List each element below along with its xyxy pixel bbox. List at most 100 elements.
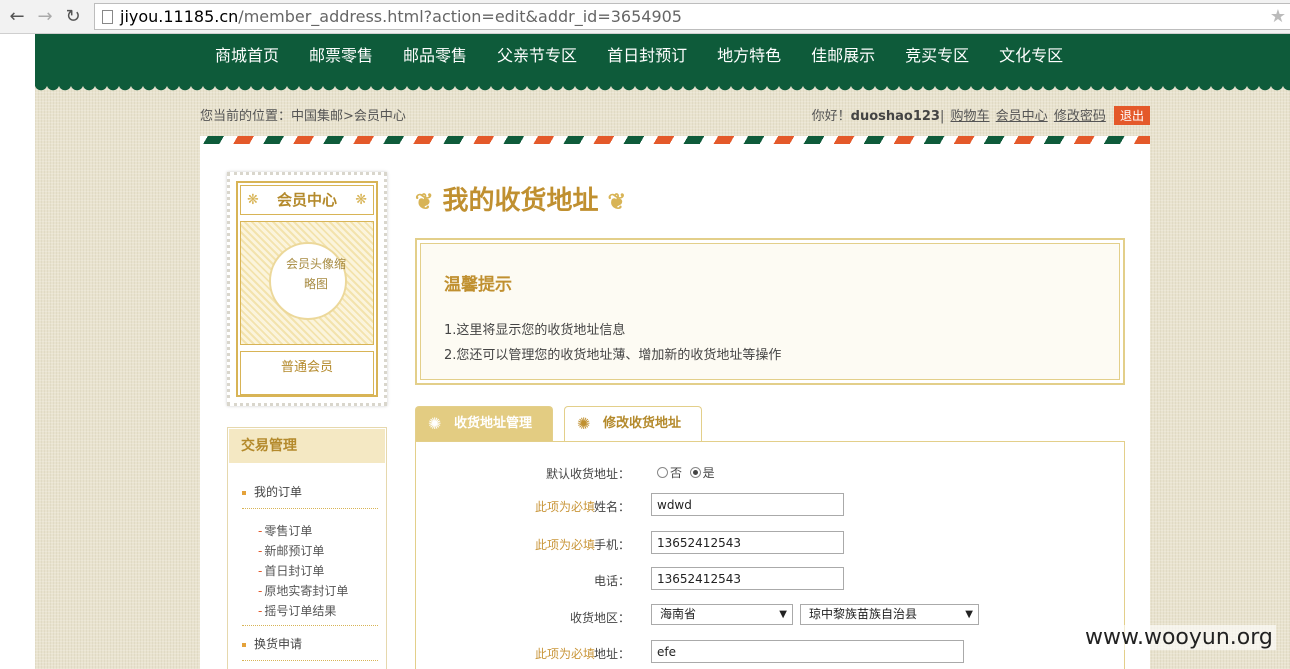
sidebar-subitem-local-mail[interactable]: - 原地实寄封订单 xyxy=(258,582,348,599)
nav-item-auction[interactable]: 竞买专区 xyxy=(890,34,984,78)
airmail-stripe xyxy=(200,136,1150,144)
tip-title: 温馨提示 xyxy=(444,275,512,295)
sidebar-menu: 交易管理 我的订单 - 零售订单 - 新邮预订单 - 首日封订单 - 原地实寄封订单 -… xyxy=(227,427,387,669)
tip-box: 温馨提示 1.这里将显示您的收货地址信息 2.您还可以管理您的收货地址薄、增加新… xyxy=(415,238,1125,385)
url-path: /member_address.html?action=edit&addr_id… xyxy=(238,7,682,26)
nav-item-stamps[interactable]: 邮票零售 xyxy=(294,34,388,78)
page-icon xyxy=(102,10,113,24)
nav-item-home[interactable]: 商城首页 xyxy=(200,34,294,78)
nav-item-products[interactable]: 邮品零售 xyxy=(388,34,482,78)
divider xyxy=(242,508,378,509)
nav-item-showcase[interactable]: 佳邮展示 xyxy=(796,34,890,78)
main-nav: 商城首页 邮票零售 邮品零售 父亲节专区 首日封预订 地方特色 佳邮展示 竞买专… xyxy=(200,34,1078,78)
page-title-text: 我的收货地址 xyxy=(442,186,599,216)
avatar-alt-text: 会员头像缩略图 xyxy=(285,257,346,291)
tab-address-edit[interactable]: ✺ 修改收货地址 xyxy=(564,406,702,443)
nav-item-fathers-day[interactable]: 父亲节专区 xyxy=(482,34,592,78)
form-row-default: 默认收货地址： 否 是 xyxy=(416,460,1116,484)
radio-no[interactable] xyxy=(657,467,668,478)
member-center-link[interactable]: 会员中心 xyxy=(996,109,1048,124)
gear-icon: ✺ xyxy=(428,414,442,433)
nav-item-culture[interactable]: 文化专区 xyxy=(984,34,1078,78)
member-level: 普通会员 xyxy=(240,351,374,395)
page: 商城首页 邮票零售 邮品零售 父亲节专区 首日封预订 地方特色 佳邮展示 竞买专… xyxy=(0,34,1290,669)
name-label: 姓名： xyxy=(593,500,630,514)
sidebar-subitem-new-stamp[interactable]: - 新邮预订单 xyxy=(258,542,324,559)
province-value: 海南省 xyxy=(660,607,697,621)
sidebar-item-label: 换货申请 xyxy=(254,637,303,651)
tip-box-inner: 温馨提示 1.这里将显示您的收货地址信息 2.您还可以管理您的收货地址薄、增加新… xyxy=(420,243,1120,380)
back-arrow-icon[interactable]: ← xyxy=(6,6,28,28)
breadcrumb: 您当前的位置：中国集邮>会员中心 xyxy=(200,109,406,124)
bookmark-star-icon[interactable]: ★ xyxy=(1270,6,1286,27)
bullet-icon xyxy=(242,642,246,647)
tab-label: 收货地址管理 xyxy=(454,416,533,431)
required-hint: 此项为必填 xyxy=(535,647,596,661)
default-address-label: 默认收货地址： xyxy=(545,467,630,481)
required-hint: 此项为必填 xyxy=(535,500,596,514)
province-select[interactable]: 海南省 ▼ xyxy=(651,604,793,625)
form-row-address: 此项为必填 地址： xyxy=(416,640,1116,664)
sidebar-subitem-label: 首日封订单 xyxy=(264,564,325,578)
sidebar-item-label: 我的订单 xyxy=(254,485,303,499)
address-form: 默认收货地址： 否 是 此项为必填 姓名： 此项为必填 手机： 电话： xyxy=(415,441,1125,669)
sidebar-subitem-label: 原地实寄封订单 xyxy=(264,584,349,598)
county-value: 琼中黎族苗族自治县 xyxy=(809,607,918,621)
sidebar-subitem-retail[interactable]: - 零售订单 xyxy=(258,522,312,539)
address-bar[interactable]: jiyou.11185.cn/member_address.html?actio… xyxy=(94,3,1290,30)
cart-link[interactable]: 购物车 xyxy=(951,109,990,124)
greeting: 你好！ xyxy=(811,109,851,124)
radio-yes-label: 是 xyxy=(702,466,715,480)
change-password-link[interactable]: 修改密码 xyxy=(1054,109,1106,124)
flower-icon: ❋ xyxy=(355,192,367,208)
mobile-field[interactable] xyxy=(651,531,844,554)
browser-toolbar: ← → ↻ jiyou.11185.cn/member_address.html… xyxy=(0,0,1290,34)
member-card-title-text: 会员中心 xyxy=(276,191,337,209)
phone-label: 电话： xyxy=(593,574,630,588)
member-card: ❋ 会员中心 ❋ 会员头像缩略图 普通会员 xyxy=(227,172,387,406)
url-text: jiyou.11185.cn/member_address.html?actio… xyxy=(120,7,682,26)
tip-line-1: 1.这里将显示您的收货地址信息 xyxy=(444,323,626,338)
scallop-edge xyxy=(35,84,1290,94)
name-field[interactable] xyxy=(651,493,844,516)
county-select[interactable]: 琼中黎族苗族自治县 ▼ xyxy=(800,604,979,625)
member-card-frame: ❋ 会员中心 ❋ 会员头像缩略图 普通会员 xyxy=(236,181,378,397)
nav-item-local[interactable]: 地方特色 xyxy=(702,34,796,78)
address-field[interactable] xyxy=(651,640,964,663)
logout-button[interactable]: 退出 xyxy=(1113,106,1150,125)
user-bar: 你好！duoshao123| 购物车 会员中心 修改密码 退出 xyxy=(812,105,1150,125)
nav-item-first-day-cover[interactable]: 首日封预订 xyxy=(592,34,702,78)
form-row-region: 收货地区： 海南省 ▼ 琼中黎族苗族自治县 ▼ xyxy=(416,604,1116,628)
divider xyxy=(242,625,378,626)
member-card-title: ❋ 会员中心 ❋ xyxy=(240,185,374,215)
default-radio-group: 否 是 xyxy=(657,464,715,481)
sidebar-subitem-first-day[interactable]: - 首日封订单 xyxy=(258,562,324,579)
radio-yes[interactable] xyxy=(689,467,701,478)
phone-field[interactable] xyxy=(651,567,844,590)
forward-arrow-icon[interactable]: → xyxy=(34,6,56,28)
dropdown-arrow-icon: ▼ xyxy=(965,609,973,620)
user-sep: | xyxy=(939,109,945,124)
form-row-phone: 电话： xyxy=(416,567,1116,591)
tab-address-manage[interactable]: ✺ 收货地址管理 xyxy=(415,406,553,442)
content-panel: ❋ 会员中心 ❋ 会员头像缩略图 普通会员 交易管理 我的订单 - 零售订单 -新… xyxy=(200,144,1150,669)
sidebar-item-my-orders[interactable]: 我的订单 xyxy=(242,483,378,500)
region-label: 收货地区： xyxy=(569,611,630,625)
sidebar-subitem-label: 零售订单 xyxy=(264,524,313,538)
url-host: jiyou.11185.cn xyxy=(120,7,239,26)
sidebar-item-exchange[interactable]: 换货申请 xyxy=(242,635,378,652)
ornament-icon: ❦ xyxy=(415,189,434,215)
address-label: 地址： xyxy=(593,647,630,661)
page-title: ❦ 我的收货地址 ❦ xyxy=(415,180,675,220)
flower-icon: ❋ xyxy=(247,192,259,208)
sidebar-subitem-lottery[interactable]: - 摇号订单结果 xyxy=(258,602,336,619)
reload-icon[interactable]: ↻ xyxy=(62,6,84,28)
sidebar-subitem-label: 摇号订单结果 xyxy=(264,604,337,618)
dropdown-arrow-icon: ▼ xyxy=(779,609,787,620)
sidebar-subitem-label: 新邮预订单 xyxy=(264,544,325,558)
radio-no-label: 否 xyxy=(670,466,683,480)
divider xyxy=(242,660,378,661)
username: duoshao123 xyxy=(850,109,940,124)
avatar: 会员头像缩略图 xyxy=(240,221,374,345)
gear-icon: ✺ xyxy=(577,414,591,433)
